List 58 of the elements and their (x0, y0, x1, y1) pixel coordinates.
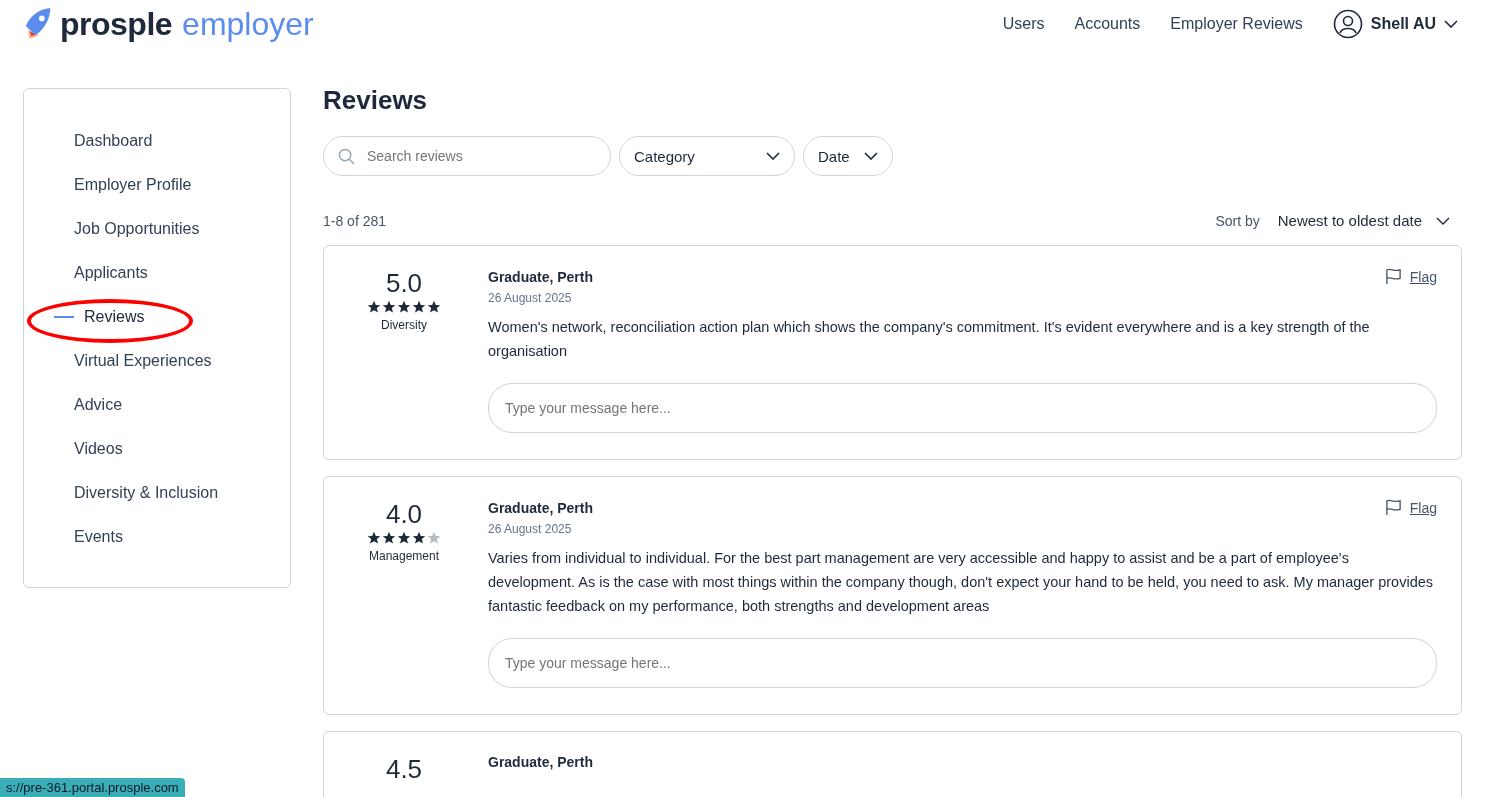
reviewer-role: Graduate, Perth (488, 268, 594, 285)
review-text: Women's network, reconciliation action plan which shows the company's commitment. It's evident everywhere and is a key strength of the organisation (488, 318, 1371, 361)
sidebar-item[interactable]: Dashboard (74, 129, 290, 173)
flag-icon (1384, 499, 1402, 516)
star-icon (412, 531, 426, 545)
star-icon (397, 300, 411, 314)
star-icon (367, 531, 381, 545)
logo-product: employer (182, 5, 314, 43)
sidebar-item[interactable]: Employer Profile (74, 173, 290, 217)
reviewer-role: Graduate, Perth (488, 754, 594, 770)
star-icon (427, 531, 441, 545)
sidebar-item[interactable]: Events (74, 525, 290, 569)
sidebar-item[interactable]: Advice (74, 393, 290, 437)
filter-dropdown[interactable]: Category (619, 136, 795, 176)
review-score: 4.5 (385, 754, 423, 784)
nav-link[interactable]: Accounts (1074, 15, 1141, 33)
sort-dropdown[interactable]: Newest to oldest date (1277, 212, 1462, 229)
review-score: 5.0 (385, 268, 423, 298)
sidebar-item[interactable]: Videos (74, 437, 290, 481)
search-field[interactable]: Search reviews (323, 136, 611, 176)
star-icon (427, 300, 441, 314)
sort-label: Sort by (1215, 212, 1260, 229)
review-score: 4.0 (385, 499, 423, 529)
reviewer-role: Graduate, Perth (488, 499, 594, 516)
search-icon (338, 148, 355, 165)
star-icon (382, 300, 396, 314)
flag-icon (1384, 268, 1402, 285)
nav-link[interactable]: Employer Reviews (1170, 15, 1303, 33)
user-icon (1332, 9, 1363, 39)
star-icon (367, 300, 381, 314)
sidebar-item[interactable]: Diversity & Inclusion (74, 481, 290, 525)
review-category: Management (368, 549, 439, 563)
sidebar-item[interactable]: Job Opportunities (74, 217, 290, 261)
account-menu[interactable]: Shell AU (1332, 9, 1458, 39)
star-icon (382, 531, 396, 545)
page-title: Reviews (323, 88, 429, 112)
review-date: 26 August 2025 (488, 522, 573, 536)
caret-icon (766, 152, 780, 160)
reply-field[interactable]: Type your message here... (488, 383, 1437, 433)
caret-icon (1444, 20, 1458, 28)
caret-icon (1436, 216, 1450, 225)
sidebar-item[interactable]: Virtual Experiences (74, 349, 290, 393)
nav-link[interactable]: Users (1002, 15, 1045, 33)
reply-field[interactable]: Type your message here... (488, 638, 1437, 688)
result-count: 1-8 of 281 (323, 212, 388, 229)
review-category: Diversity (381, 318, 427, 332)
review-date: 26 August 2025 (488, 291, 573, 305)
flag-link[interactable]: Flag (1384, 499, 1437, 516)
star-icon (397, 531, 411, 545)
filter-dropdown[interactable]: Date (803, 136, 893, 176)
sidebar-item[interactable]: Reviews (54, 305, 290, 349)
status-url: s://pre-361.portal.prosple.com (0, 778, 185, 797)
flag-link[interactable]: Flag (1384, 268, 1437, 285)
star-icon (412, 300, 426, 314)
sidebar-item[interactable]: Applicants (74, 261, 290, 305)
logo-brand: prosple (60, 5, 173, 43)
review-text: Varies from individual to individual. For the best part management are very accessible and happy to assist and be a part of employee's development. As is the case with most things within the company though, don't expect your hand to be held, you need to ask. My manager provides fantastic feedback on my performance, both strengths and development areas (488, 549, 1434, 616)
caret-icon (863, 152, 878, 160)
